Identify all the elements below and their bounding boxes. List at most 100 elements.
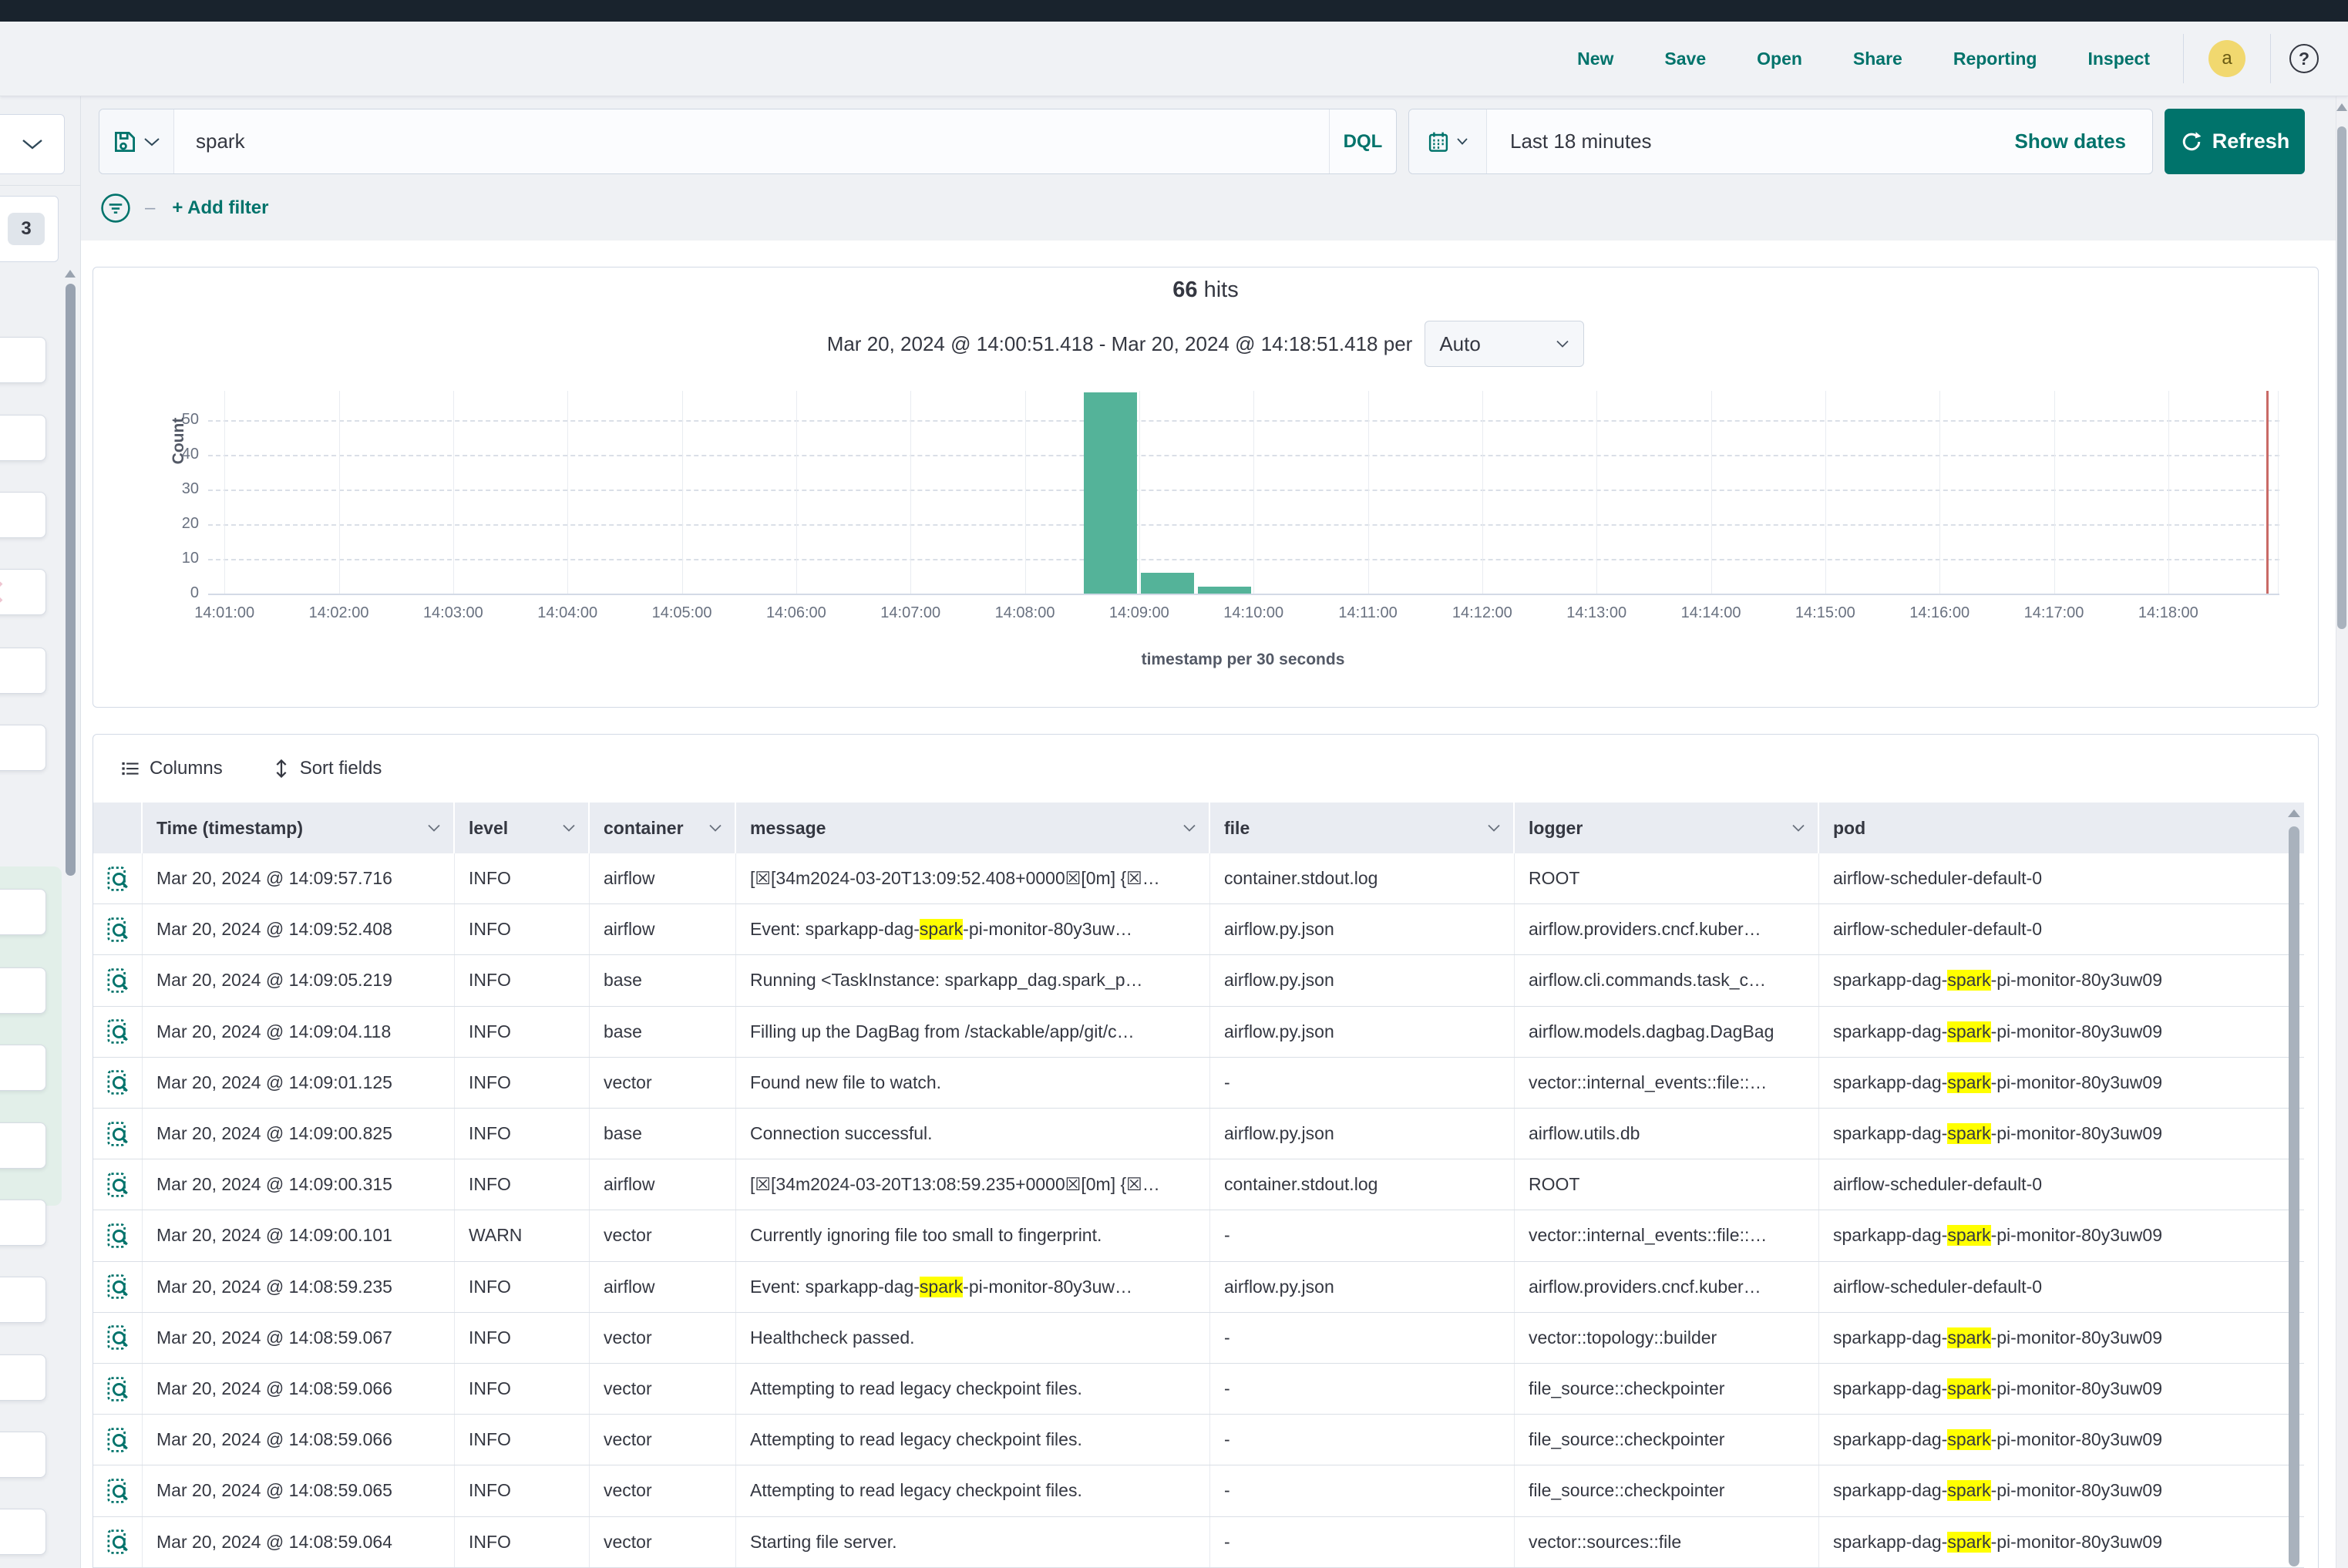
- column-header-label: container: [604, 818, 684, 839]
- x-gridline: [1482, 391, 1483, 594]
- interval-value: Auto: [1439, 332, 1481, 356]
- date-picker[interactable]: Last 18 minutes Show dates: [1408, 109, 2153, 174]
- expand-row-button[interactable]: [93, 1465, 143, 1516]
- expand-row-button[interactable]: [93, 1058, 143, 1108]
- cell-message: Starting file server.: [736, 1517, 1210, 1567]
- table-row: Mar 20, 2024 @ 14:09:04.118INFObaseFilli…: [93, 1007, 2304, 1058]
- app-header: New Save Open Share Reporting Inspect a …: [0, 22, 2348, 96]
- field-card[interactable]: [0, 889, 46, 935]
- search-highlight: spark: [1947, 1123, 1990, 1144]
- columns-button[interactable]: Columns: [116, 757, 227, 780]
- time-range-label[interactable]: Last 18 minutes: [1510, 130, 2010, 153]
- table-scroll-up-arrow[interactable]: [2288, 809, 2300, 817]
- nav-open-button[interactable]: Open: [1752, 48, 1807, 70]
- nav-save-button[interactable]: Save: [1660, 48, 1711, 70]
- sort-arrows-icon: [272, 759, 291, 779]
- sort-fields-button[interactable]: Sort fields: [267, 757, 387, 780]
- page-scroll-up-arrow[interactable]: [2336, 103, 2347, 111]
- nav-inspect-button[interactable]: Inspect: [2083, 48, 2155, 70]
- column-header-time-timestamp-[interactable]: Time (timestamp): [143, 803, 455, 853]
- column-header-logger[interactable]: logger: [1515, 803, 1819, 853]
- cell-logger: airflow.providers.cncf.kuber…: [1515, 1262, 1819, 1312]
- browser-top-strip: [0, 0, 2348, 22]
- interval-select[interactable]: Auto: [1425, 321, 1584, 367]
- column-header-container[interactable]: container: [590, 803, 736, 853]
- x-gridline: [567, 391, 568, 594]
- page-scrollbar-thumb[interactable]: [2337, 126, 2346, 629]
- sidebar-scroll-up-arrow[interactable]: [65, 270, 76, 278]
- cell-level: INFO: [455, 1058, 590, 1108]
- field-card[interactable]: [0, 648, 46, 694]
- inspect-document-icon: [104, 1273, 132, 1300]
- add-filter-button[interactable]: + Add filter: [167, 197, 273, 220]
- field-card[interactable]: [0, 337, 46, 383]
- hits-title: 66 hits: [93, 278, 2319, 303]
- nav-new-button[interactable]: New: [1573, 48, 1618, 70]
- expand-row-button[interactable]: [93, 1364, 143, 1414]
- cell-message: Healthcheck passed.: [736, 1313, 1210, 1363]
- search-highlight: spark: [1947, 1480, 1990, 1501]
- field-card[interactable]: [0, 569, 46, 615]
- field-card[interactable]: [0, 1122, 46, 1169]
- avatar[interactable]: a: [2208, 40, 2245, 77]
- chevron-down-icon: [1556, 339, 1569, 348]
- show-dates-button[interactable]: Show dates: [2010, 129, 2131, 154]
- field-card[interactable]: [0, 1045, 46, 1091]
- help-icon[interactable]: ?: [2289, 44, 2319, 73]
- field-card[interactable]: [0, 1277, 46, 1323]
- expand-row-button[interactable]: [93, 955, 143, 1005]
- histogram-bar[interactable]: [1084, 392, 1137, 594]
- field-card[interactable]: [0, 1200, 46, 1246]
- cell-level: INFO: [455, 955, 590, 1005]
- columns-label: Columns: [150, 758, 223, 779]
- cell-container: airflow: [590, 853, 736, 903]
- expand-row-button[interactable]: [93, 904, 143, 954]
- cell-file: -: [1210, 1465, 1515, 1516]
- cell-pod: sparkapp-dag-spark-pi-monitor-80y3uw09: [1819, 1058, 2304, 1108]
- table-row: Mar 20, 2024 @ 14:09:01.125INFOvectorFou…: [93, 1058, 2304, 1109]
- cell-level: INFO: [455, 1465, 590, 1516]
- expand-row-button[interactable]: [93, 1415, 143, 1465]
- date-picker-quick-menu[interactable]: [1409, 109, 1487, 173]
- expand-row-button[interactable]: [93, 1210, 143, 1260]
- histogram-bar[interactable]: [1141, 573, 1194, 594]
- field-card[interactable]: [0, 967, 46, 1014]
- field-card[interactable]: [0, 1354, 46, 1401]
- query-language-button[interactable]: DQL: [1329, 109, 1396, 173]
- expand-row-button[interactable]: [93, 1517, 143, 1567]
- nav-reporting-button[interactable]: Reporting: [1949, 48, 2042, 70]
- column-header-pod[interactable]: pod: [1819, 803, 2304, 853]
- filter-icon[interactable]: [99, 191, 133, 225]
- expand-row-button[interactable]: [93, 1109, 143, 1159]
- field-card[interactable]: [0, 1432, 46, 1478]
- search-highlight: spark: [1947, 1072, 1990, 1093]
- cell-time: Mar 20, 2024 @ 14:09:00.825: [143, 1109, 455, 1159]
- nav-share-button[interactable]: Share: [1848, 48, 1907, 70]
- histogram-bar[interactable]: [1198, 587, 1251, 594]
- index-pattern-select[interactable]: [0, 114, 65, 174]
- field-card[interactable]: [0, 492, 46, 538]
- search-bar[interactable]: spark DQL: [99, 109, 1397, 174]
- expand-row-button[interactable]: [93, 1313, 143, 1363]
- save-query-icon: [113, 130, 137, 154]
- refresh-button[interactable]: Refresh: [2165, 109, 2305, 174]
- field-card[interactable]: [0, 1509, 46, 1555]
- expand-row-button[interactable]: [93, 853, 143, 903]
- saved-query-menu-button[interactable]: [99, 109, 174, 173]
- remove-field-icon[interactable]: [0, 579, 5, 605]
- search-input[interactable]: spark: [196, 130, 1329, 153]
- column-header-level[interactable]: level: [455, 803, 590, 853]
- field-card[interactable]: [0, 415, 46, 461]
- column-header-message[interactable]: message: [736, 803, 1210, 853]
- table-scrollbar[interactable]: [2289, 826, 2299, 1566]
- expand-row-button[interactable]: [93, 1159, 143, 1210]
- x-gridline: [2054, 391, 2055, 594]
- expand-row-button[interactable]: [93, 1007, 143, 1057]
- field-card[interactable]: [0, 725, 46, 771]
- expand-row-button[interactable]: [93, 1262, 143, 1312]
- search-highlight: spark: [1947, 1021, 1990, 1042]
- column-header-file[interactable]: file: [1210, 803, 1515, 853]
- table-row: Mar 20, 2024 @ 14:08:59.066INFOvectorAtt…: [93, 1364, 2304, 1415]
- cell-pod: airflow-scheduler-default-0: [1819, 853, 2304, 903]
- sidebar-scrollbar-thumb[interactable]: [66, 284, 76, 876]
